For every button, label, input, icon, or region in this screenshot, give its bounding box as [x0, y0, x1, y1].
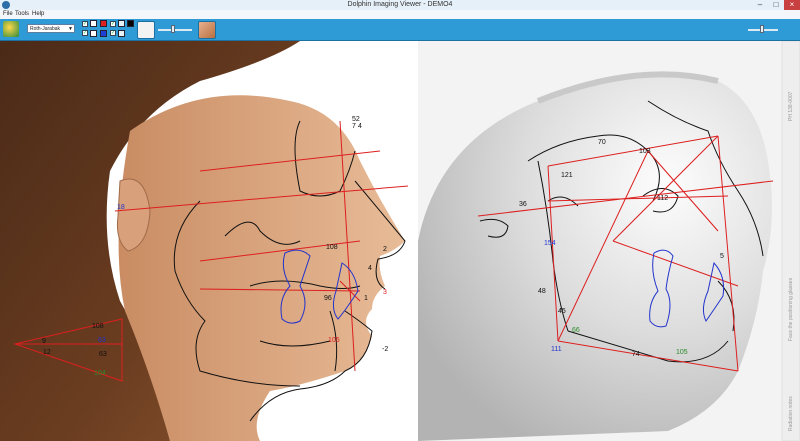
triangle-label: 108 — [92, 323, 104, 330]
chevron-down-icon: ▼ — [68, 26, 73, 32]
film-side-label-top: PH 138-0007 — [788, 91, 794, 121]
measurement-label: 7 — [352, 123, 356, 130]
film-side-label-middle: Face the positioning glasses — [788, 277, 794, 341]
measurement-label: 18 — [117, 204, 125, 211]
swatch-blue[interactable] — [100, 30, 107, 37]
photo-overlay-icon[interactable] — [198, 21, 216, 39]
measurement-label: 1 — [364, 295, 368, 302]
measurement-label: 5 — [720, 253, 724, 260]
maximize-button[interactable]: □ — [768, 0, 784, 10]
opacity-slider-track[interactable] — [158, 29, 192, 31]
measurement-label: 154 — [544, 240, 556, 247]
menu-tools[interactable]: Tools — [15, 10, 29, 19]
measurement-label: 96 — [324, 295, 332, 302]
analysis-select[interactable]: Roth-Jarabak ▼ — [27, 24, 75, 33]
measurement-label: 45 — [558, 308, 566, 315]
xray-canvas: 70 103 121 112 36 154 48 45 66 111 74 10… — [418, 41, 800, 441]
minimize-button[interactable]: – — [752, 0, 768, 10]
measurement-label: 111 — [551, 346, 562, 353]
measurement-label: 4 — [368, 265, 372, 272]
menu-help[interactable]: Help — [32, 10, 44, 19]
triangle-label: 104 — [94, 370, 106, 377]
measurement-label: 105 — [676, 349, 688, 356]
toolbar: Roth-Jarabak ▼ ✓ ✓ ✓ ✓ — [0, 19, 800, 41]
measurement-label: -2 — [382, 346, 388, 353]
menu-file[interactable]: File — [3, 10, 13, 19]
measurement-label: 3 — [383, 289, 387, 296]
analysis-select-value: Roth-Jarabak — [30, 26, 61, 32]
triangle-label: 12 — [43, 349, 51, 356]
patient-icon[interactable] — [3, 21, 19, 37]
cephalometric-xray-pane[interactable]: 70 103 121 112 36 154 48 45 66 111 74 10… — [418, 41, 800, 441]
zoom-slider-thumb[interactable] — [760, 25, 764, 33]
triangle-label: 63 — [98, 337, 106, 344]
swatch-light[interactable] — [118, 20, 125, 27]
measurement-label: 70 — [598, 139, 606, 146]
measurement-label: 2 — [383, 246, 387, 253]
measurement-label: 121 — [561, 172, 573, 179]
measurement-label: 74 — [632, 351, 640, 358]
show-tracing-checkbox[interactable]: ✓ — [110, 21, 116, 27]
swatch-red[interactable] — [100, 20, 107, 27]
show-xray-checkbox[interactable]: ✓ — [82, 30, 88, 36]
swatch-light-2[interactable] — [118, 30, 125, 37]
window-title: Dolphin Imaging Viewer - DEMO4 — [347, 1, 453, 8]
triangle-label: 63 — [99, 351, 107, 358]
profile-photo-canvas: 18 108 2 4 96 1 3 105 -2 52 7 4 108 9 63… — [0, 41, 418, 441]
opacity-slider-thumb[interactable] — [171, 25, 175, 33]
image-viewer: 18 108 2 4 96 1 3 105 -2 52 7 4 108 9 63… — [0, 41, 800, 441]
film-side-label-bottom: Radiation notes — [788, 396, 794, 431]
tracing-icon[interactable] — [137, 21, 155, 39]
measurement-label: 105 — [328, 337, 340, 344]
swatch-white-2[interactable] — [90, 30, 97, 37]
show-landmarks-checkbox[interactable]: ✓ — [110, 30, 116, 36]
profile-photo-pane[interactable]: 18 108 2 4 96 1 3 105 -2 52 7 4 108 9 63… — [0, 41, 418, 441]
measurement-label: 52 — [352, 116, 360, 123]
measurement-label: 48 — [538, 288, 546, 295]
measurement-label: 108 — [326, 244, 338, 251]
show-photo-checkbox[interactable]: ✓ — [82, 21, 88, 27]
swatch-black[interactable] — [127, 20, 134, 27]
measurement-label: 66 — [572, 327, 580, 334]
measurement-label: 112 — [657, 195, 668, 202]
measurement-label: 36 — [519, 201, 527, 208]
swatch-white[interactable] — [90, 20, 97, 27]
close-button[interactable]: × — [784, 0, 800, 10]
measurement-label: 4 — [358, 123, 362, 130]
triangle-label: 9 — [42, 338, 46, 345]
measurement-label: 103 — [639, 148, 651, 155]
